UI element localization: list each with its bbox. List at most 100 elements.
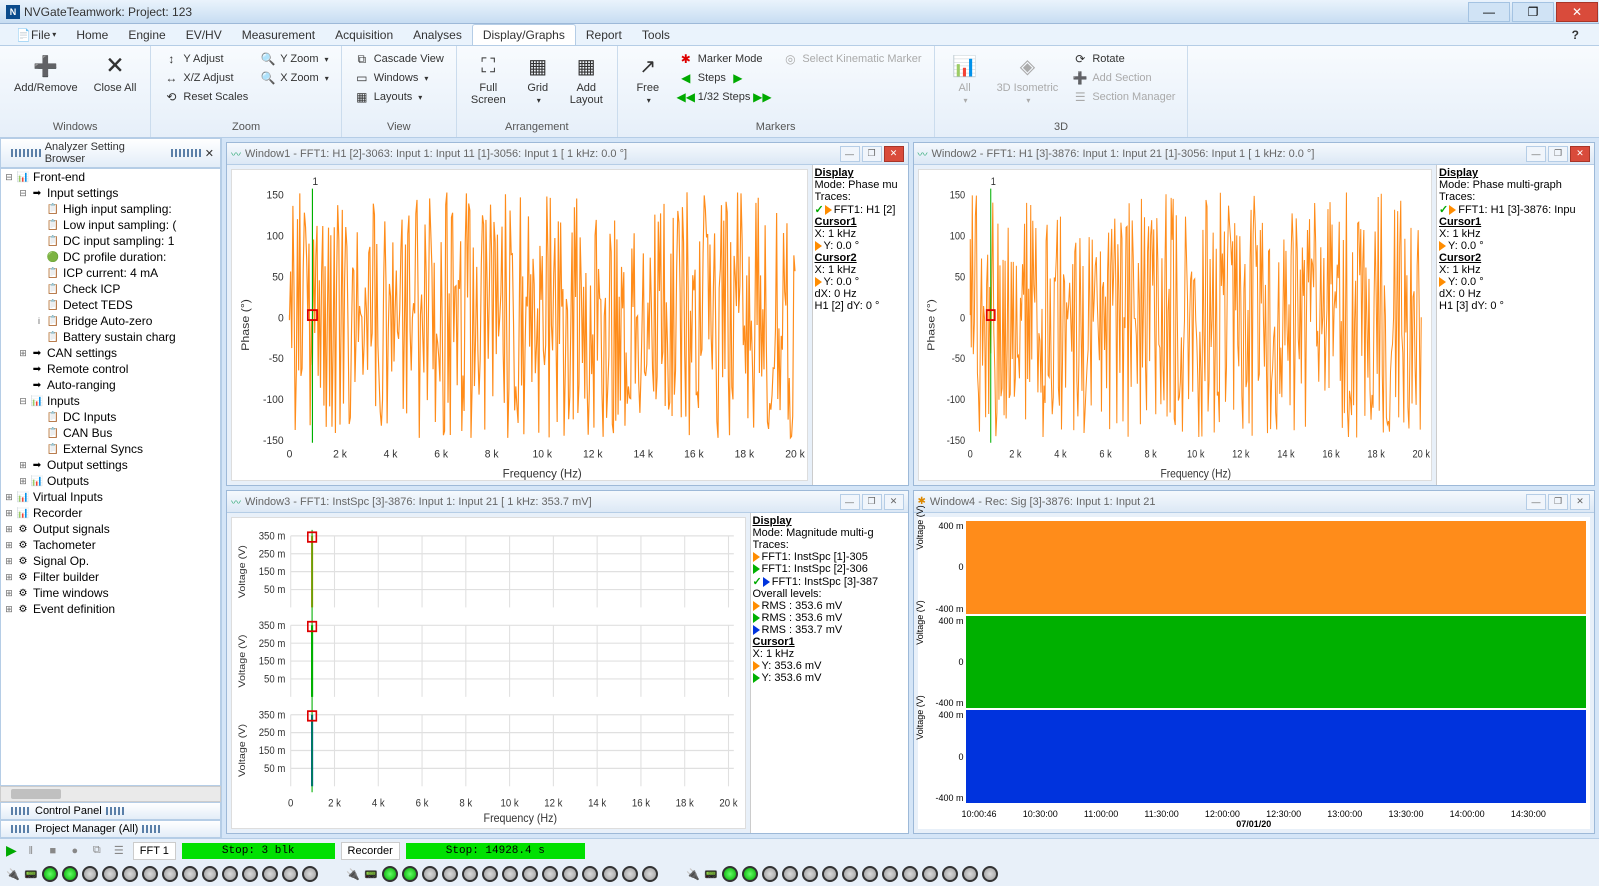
window3-plot[interactable]: Frequency (Hz) 350 m250 m150 m50 mVoltag… [231,517,746,829]
tree-item[interactable]: ⊞⚙Tachometer [1,537,220,553]
close-all-button[interactable]: 🗙Close All [88,50,143,96]
tree-item[interactable]: 🟢DC profile duration: [1,249,220,265]
marker-mode-button[interactable]: ✱Marker Mode [674,50,775,68]
reset-scales-button[interactable]: ⟲Reset Scales [159,88,252,106]
tree-item[interactable]: 📋ICP current: 4 mA [1,265,220,281]
svg-text:14 k: 14 k [1277,449,1295,461]
pause-button[interactable]: ‖ [23,843,39,859]
steps32-button[interactable]: ◀◀1/32 Steps▶▶ [674,88,775,106]
sidebar-close-button[interactable]: ✕ [205,147,214,160]
windows-view-button[interactable]: ▭Windows [350,69,448,87]
svg-text:150: 150 [266,189,283,201]
sidebar-hscroll[interactable] [0,786,221,802]
window3-min[interactable]: — [840,494,860,510]
menu-analyses[interactable]: Analyses [403,24,472,45]
menu-tools[interactable]: Tools [632,24,680,45]
svg-text:Voltage (V): Voltage (V) [237,724,247,777]
tree-item[interactable]: 📋Check ICP [1,281,220,297]
window1-min[interactable]: — [840,146,860,162]
copy-button[interactable]: ⧉ [89,843,105,859]
window4-min[interactable]: — [1526,494,1546,510]
tree-item[interactable]: ➡Auto-ranging [1,377,220,393]
tree-item[interactable]: 📋External Syncs [1,441,220,457]
window3-close[interactable]: ✕ [884,494,904,510]
led-indicator [242,866,258,882]
tree-item[interactable]: 📋DC input sampling: 1 [1,233,220,249]
tree-item[interactable]: ⊞📊Recorder [1,505,220,521]
grid-button[interactable]: ▦Grid [516,50,560,107]
window4-plot[interactable]: Voltage (V)400 m0-400 m Voltage (V)400 m… [918,517,1591,829]
tree-item[interactable]: ⊞⚙Output signals [1,521,220,537]
led-indicator [602,866,618,882]
titlebar: N NVGateTeamwork: Project: 123 — ❐ ✕ [0,0,1599,24]
tree-item[interactable]: ⊞📊Virtual Inputs [1,489,220,505]
free-marker-button[interactable]: ↗Free [626,50,670,107]
tree-item[interactable]: ⊞⚙Filter builder [1,569,220,585]
tree-item[interactable]: 📋CAN Bus [1,425,220,441]
record-button[interactable]: ● [67,843,83,859]
tree-item[interactable]: ⊟➡Input settings [1,185,220,201]
tree[interactable]: ⊟📊Front-end⊟➡Input settings📋High input s… [0,168,221,786]
tree-item[interactable]: ⊞➡CAN settings [1,345,220,361]
full-screen-button[interactable]: ⛶Full Screen [465,50,512,108]
tree-item[interactable]: ⊟📊Front-end [1,169,220,185]
tree-item[interactable]: ⊟📊Inputs [1,393,220,409]
tree-item[interactable]: 📋Low input sampling: ( [1,217,220,233]
tree-item[interactable]: 📋High input sampling: [1,201,220,217]
menu-engine[interactable]: Engine [118,24,175,45]
tree-item[interactable]: ➡Remote control [1,361,220,377]
help-button[interactable]: ? [1562,24,1589,45]
y-adjust-button[interactable]: ↕Y Adjust [159,50,252,68]
project-manager-bar[interactable]: Project Manager (All) [0,820,221,838]
menu-report[interactable]: Report [576,24,632,45]
rotate-button[interactable]: ⟳Rotate [1068,50,1179,68]
menu-acquisition[interactable]: Acquisition [325,24,403,45]
tree-item[interactable]: ⊞⚙Event definition [1,601,220,617]
svg-text:0: 0 [967,449,972,461]
control-panel-bar[interactable]: Control Panel [0,802,221,820]
menu-measurement[interactable]: Measurement [232,24,325,45]
svg-text:0: 0 [287,448,293,460]
add-remove-button[interactable]: ➕Add/Remove [8,50,84,96]
maximize-button[interactable]: ❐ [1512,2,1554,22]
window3-max[interactable]: ❐ [862,494,882,510]
minimize-button[interactable]: — [1468,2,1510,22]
tree-item[interactable]: 📋DC Inputs [1,409,220,425]
menu-file[interactable]: 📄 File [6,24,66,45]
layouts-icon: ▦ [354,89,370,105]
tree-item[interactable]: ⊞➡Output settings [1,457,220,473]
close-button[interactable]: ✕ [1556,2,1598,22]
window1-close[interactable]: ✕ [884,146,904,162]
stop-button[interactable]: ■ [45,843,61,859]
layouts-button[interactable]: ▦Layouts [350,88,448,106]
tree-item[interactable]: 📋Battery sustain charg [1,329,220,345]
play-button[interactable]: ▶ [6,842,17,859]
list-button[interactable]: ☰ [111,843,127,859]
menu-home[interactable]: Home [66,24,118,45]
window2-close[interactable]: ✕ [1570,146,1590,162]
window4-close[interactable]: ✕ [1570,494,1590,510]
tree-item[interactable]: i📋Bridge Auto-zero [1,313,220,329]
xz-adjust-button[interactable]: ↔X/Z Adjust [159,69,252,87]
window4-max[interactable]: ❐ [1548,494,1568,510]
window2-min[interactable]: — [1526,146,1546,162]
tree-item[interactable]: ⊞📊Outputs [1,473,220,489]
tree-item[interactable]: 📋Detect TEDS [1,297,220,313]
window1-max[interactable]: ❐ [862,146,882,162]
window2-max[interactable]: ❐ [1548,146,1568,162]
y-zoom-button[interactable]: 🔍Y Zoom [256,50,333,68]
tree-item[interactable]: ⊞⚙Signal Op. [1,553,220,569]
add-icon: ➕ [30,52,62,80]
window1-plot[interactable]: 1 Phase (°) Frequency (Hz) 150100500-50-… [231,169,808,481]
steps-button[interactable]: ◀Steps▶ [674,69,775,87]
led-indicator [122,866,138,882]
next-fast-icon: ▶▶ [754,89,770,105]
add-layout-button[interactable]: ▦Add Layout [564,50,609,108]
cascade-view-button[interactable]: ⧉Cascade View [350,50,448,68]
x-zoom-button[interactable]: 🔍X Zoom [256,69,333,87]
tree-item[interactable]: ⊞⚙Time windows [1,585,220,601]
menu-display-graphs[interactable]: Display/Graphs [472,24,576,45]
window2-plot[interactable]: 1 Phase (°) Frequency (Hz) 150100500-50-… [918,169,1433,481]
group-windows: Windows [8,119,142,133]
menu-evhv[interactable]: EV/HV [176,24,232,45]
